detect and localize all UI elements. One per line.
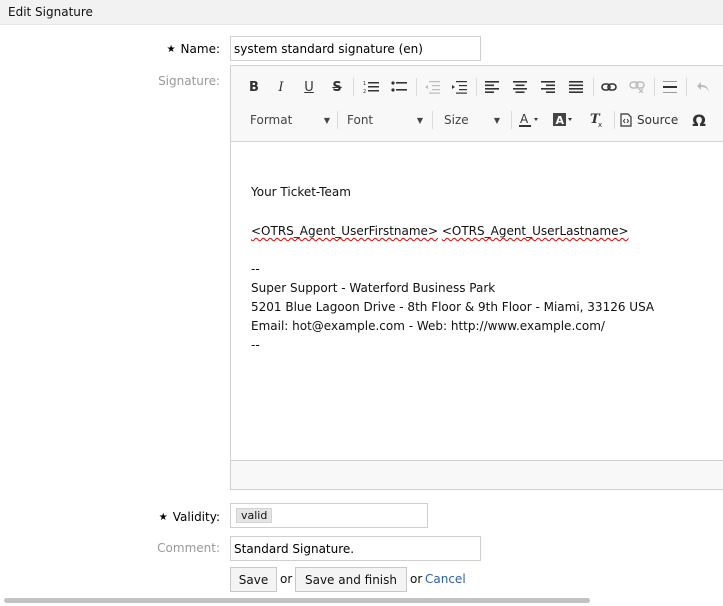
signature-address: 5201 Blue Lagoon Drive - 8th Floor & 9th… [251,300,655,314]
signature-separator: -- [251,338,260,352]
align-center-icon[interactable] [510,76,530,98]
align-left-icon[interactable] [482,76,502,98]
bold-icon[interactable]: B [245,76,263,98]
chevron-down-icon: ▼ [323,115,330,125]
strikethrough-icon[interactable]: S [328,76,346,98]
validity-label: ★ Validity: [158,510,220,524]
name-input[interactable] [230,36,481,61]
align-right-icon[interactable] [538,76,558,98]
signature-contact: Email: hot@example.com - Web: http://www… [251,319,605,333]
page-title: Edit Signature [8,5,93,19]
size-select[interactable]: Size ▼ [438,109,504,131]
link-icon[interactable] [598,76,620,98]
signature-greeting: Your Ticket-Team [251,185,351,199]
page-header: Edit Signature [0,0,723,25]
svg-text:x: x [598,121,602,128]
justify-icon[interactable] [566,76,586,98]
editor-status-bar [231,460,723,489]
unlink-icon[interactable] [626,76,648,98]
editor-toolbar: B I U S 12 Format ▼ Font ▼ Size ▼ A A T … [231,66,723,142]
indent-icon[interactable] [448,76,470,98]
signature-separator: -- [251,262,260,276]
signature-company: Super Support - Waterford Business Park [251,281,496,295]
required-star-icon: ★ [166,44,176,55]
or-text: or [410,572,423,586]
special-character-icon[interactable]: Ω [689,109,709,131]
font-select[interactable]: Font ▼ [341,109,427,131]
chevron-down-icon: ▼ [493,115,500,125]
save-and-finish-button[interactable]: Save and finish [295,567,407,592]
signature-agent-line: <OTRS_Agent_UserFirstname> <OTRS_Agent_U… [251,224,629,238]
svg-text:A: A [556,114,565,127]
validity-selected-tag: valid [236,508,273,523]
horizontal-line-icon[interactable] [660,76,680,98]
numbered-list-icon[interactable]: 12 [360,76,382,98]
format-select[interactable]: Format ▼ [244,109,334,131]
chevron-down-icon: ▼ [416,115,423,125]
cancel-link[interactable]: Cancel [425,572,466,586]
save-button[interactable]: Save [230,567,277,592]
remove-format-icon[interactable]: Tx [587,109,607,131]
italic-icon[interactable]: I [272,76,290,98]
signature-editor: B I U S 12 Format ▼ Font ▼ Size ▼ A A T … [230,65,723,490]
svg-text:A: A [520,112,529,126]
editor-content-area[interactable]: Your Ticket-Team <OTRS_Agent_UserFirstna… [231,143,723,461]
source-button[interactable]: Source [620,109,682,131]
text-color-icon[interactable]: A [517,109,545,131]
name-label: ★ Name: [166,42,220,56]
underline-icon[interactable]: U [300,76,318,98]
svg-text:1: 1 [363,81,366,87]
validity-select[interactable]: valid [230,503,428,528]
undo-icon[interactable] [692,76,714,98]
background-color-icon[interactable]: A [551,109,579,131]
svg-text:2: 2 [363,89,366,94]
bulleted-list-icon[interactable] [388,76,410,98]
comment-input[interactable] [230,536,481,561]
comment-label: Comment: [157,541,220,555]
horizontal-scrollbar[interactable] [4,598,590,603]
signature-label: Signature: [158,74,220,88]
outdent-icon[interactable] [421,76,443,98]
source-icon [620,113,632,127]
required-star-icon: ★ [158,512,168,523]
or-text: or [280,572,293,586]
